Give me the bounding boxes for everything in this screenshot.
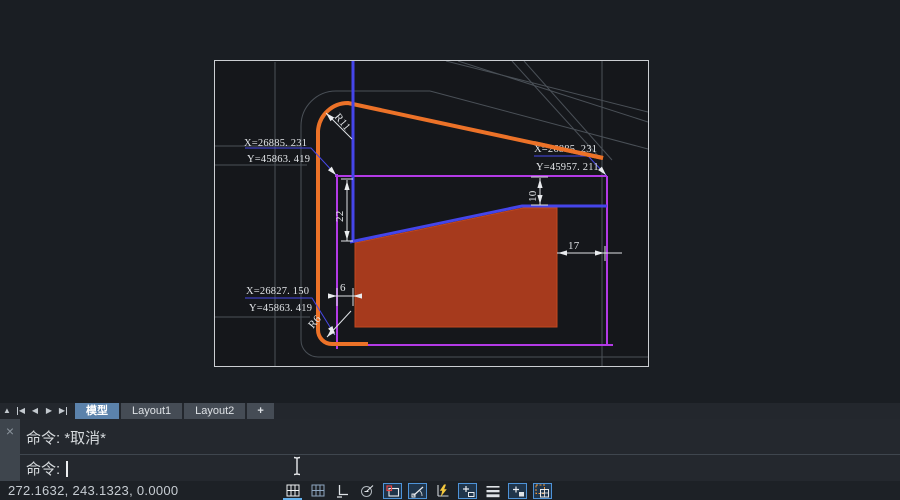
snap-tracking-toggle[interactable]	[433, 483, 452, 499]
layout-tab-bar: ▲ ◀ ◀ ▶ ▶ 模型 Layout1 Layout2 +	[0, 403, 900, 419]
angle-snap-icon	[411, 484, 425, 498]
tab-layout1[interactable]: Layout1	[121, 403, 182, 419]
dimension-text: 17	[568, 240, 580, 252]
next-tab-icon: ▶	[46, 407, 52, 415]
command-input-line[interactable]: 命令:	[20, 455, 900, 480]
coordinate-label: Y=45863. 419	[247, 154, 310, 165]
drawing-canvas[interactable]: X=26885. 231 Y=45863. 419 X=26885. 231 Y…	[0, 0, 900, 403]
dynamic-input-icon	[461, 484, 475, 498]
coordinate-label: Y=45957. 211	[536, 162, 599, 173]
quick-properties-toggle[interactable]	[508, 483, 527, 499]
snap-grid-icon	[311, 484, 325, 497]
command-panel: × 命令: *取消* 命令:	[0, 419, 900, 481]
tab-menu-button[interactable]: ▲	[0, 403, 14, 419]
command-panel-gutter: ×	[0, 419, 20, 481]
dynamic-input-toggle[interactable]	[458, 483, 477, 499]
previous-layout-button[interactable]: ◀	[28, 403, 42, 419]
cad-application-window: X=26885. 231 Y=45863. 419 X=26885. 231 Y…	[0, 0, 900, 500]
close-icon[interactable]: ×	[0, 424, 20, 438]
status-toggles	[283, 481, 552, 500]
text-caret	[66, 461, 68, 477]
snap-tracking-icon	[435, 484, 450, 498]
ortho-mode-toggle[interactable]	[333, 483, 352, 499]
last-tab-icon: ▶	[59, 407, 67, 415]
ortho-icon	[336, 484, 349, 498]
selection-cycling-icon	[535, 484, 550, 498]
angle-override-toggle[interactable]	[408, 483, 427, 499]
lineweight-icon	[486, 484, 500, 498]
tab-model[interactable]: 模型	[75, 403, 119, 419]
dimension-text: 6	[340, 282, 346, 294]
polar-tracking-toggle[interactable]	[358, 483, 377, 499]
next-layout-button[interactable]: ▶	[42, 403, 56, 419]
first-tab-icon: ◀	[17, 407, 25, 415]
coordinate-label: X=26827. 150	[246, 286, 309, 297]
coordinate-display[interactable]: 272.1632, 243.1323, 0.0000	[8, 481, 178, 500]
lineweight-display-toggle[interactable]	[483, 483, 502, 499]
selection-cycling-toggle[interactable]	[533, 483, 552, 499]
object-snap-toggle[interactable]	[383, 483, 402, 499]
coordinate-label: Y=45863. 419	[249, 303, 312, 314]
prev-tab-icon: ◀	[32, 407, 38, 415]
quick-properties-icon	[511, 484, 525, 498]
last-layout-button[interactable]: ▶	[56, 403, 70, 419]
new-layout-button[interactable]: +	[247, 403, 273, 419]
command-prompt-label: 命令:	[26, 461, 60, 478]
grid-display-toggle[interactable]	[283, 483, 302, 499]
status-bar: 272.1632, 243.1323, 0.0000	[0, 481, 900, 500]
tab-layout2[interactable]: Layout2	[184, 403, 245, 419]
grid-icon	[286, 484, 300, 497]
first-layout-button[interactable]: ◀	[14, 403, 28, 419]
ibeam-cursor	[291, 456, 303, 477]
object-snap-icon	[386, 484, 400, 498]
command-history-line: 命令: *取消*	[20, 419, 900, 455]
dimension-text: 22	[334, 211, 346, 222]
coordinate-label: X=26885. 231	[244, 138, 307, 149]
snap-mode-toggle[interactable]	[308, 483, 327, 499]
polar-tracking-icon	[360, 484, 375, 498]
dimension-text: 10	[527, 190, 539, 202]
menu-up-icon: ▲	[3, 407, 11, 415]
